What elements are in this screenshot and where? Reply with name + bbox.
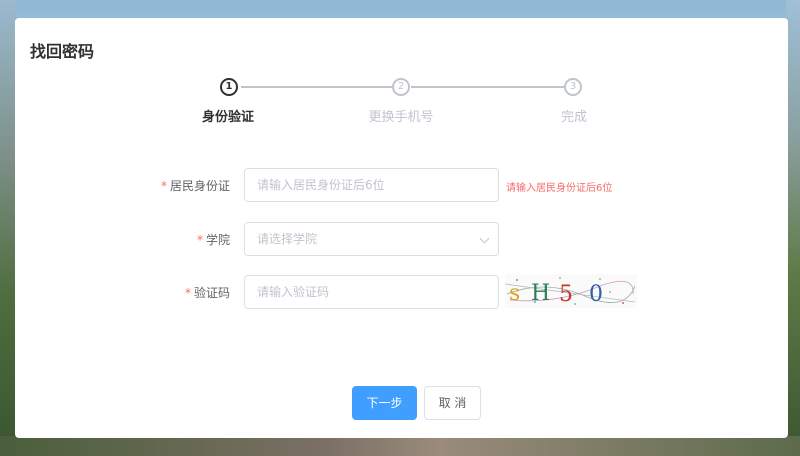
id-error-message: 请输入居民身份证后6位 — [506, 183, 613, 194]
step-2-icon: 2 — [392, 78, 410, 96]
college-select[interactable]: 请选择学院 — [244, 222, 499, 256]
step-1-label: 身份验证 — [201, 110, 254, 125]
captcha-input[interactable]: 请输入验证码 — [244, 275, 499, 309]
captcha-char-3: 5 — [559, 282, 573, 307]
required-mark: * — [184, 286, 191, 300]
cancel-button[interactable]: 取 消 — [424, 386, 481, 420]
required-mark: * — [160, 179, 167, 193]
captcha-char-2: H — [531, 281, 550, 306]
step-connector-2 — [411, 86, 565, 88]
step-2-label: 更换手机号 — [368, 110, 434, 125]
required-mark: * — [196, 233, 203, 247]
captcha-input-placeholder: 请输入验证码 — [257, 285, 330, 299]
reset-password-dialog: 找回密码 1 2 3 身份验证 更换手机号 完成 * 居民身份证 请输入居民身份证… — [15, 18, 788, 438]
id-input-placeholder: 请输入居民身份证后6位 — [257, 178, 385, 192]
step-3-label: 完成 — [560, 110, 587, 125]
background-left — [0, 0, 16, 456]
captcha-char-1: s — [509, 281, 520, 306]
captcha-label: * 验证码 — [150, 284, 230, 301]
captcha-graphic: s H 5 0 — [505, 277, 636, 307]
step-connector-1 — [241, 86, 401, 88]
college-label-text: 学院 — [205, 233, 230, 247]
id-input[interactable]: 请输入居民身份证后6位 — [244, 168, 499, 202]
next-step-button[interactable]: 下一步 — [352, 386, 417, 420]
captcha-label-text: 验证码 — [193, 286, 230, 300]
step-3-icon: 3 — [564, 78, 582, 96]
id-label: * 居民身份证 — [150, 177, 230, 194]
college-label: * 学院 — [150, 231, 230, 248]
background-right — [786, 0, 800, 456]
captcha-image[interactable]: s H 5 0 — [505, 274, 637, 308]
step-1-icon: 1 — [220, 78, 238, 96]
captcha-char-4: 0 — [589, 282, 603, 307]
steps-indicator: 1 2 3 身份验证 更换手机号 完成 — [15, 18, 788, 138]
background-bottom — [0, 436, 800, 456]
id-label-text: 居民身份证 — [169, 179, 230, 193]
chevron-down-icon — [479, 233, 490, 244]
college-select-placeholder: 请选择学院 — [257, 232, 318, 246]
